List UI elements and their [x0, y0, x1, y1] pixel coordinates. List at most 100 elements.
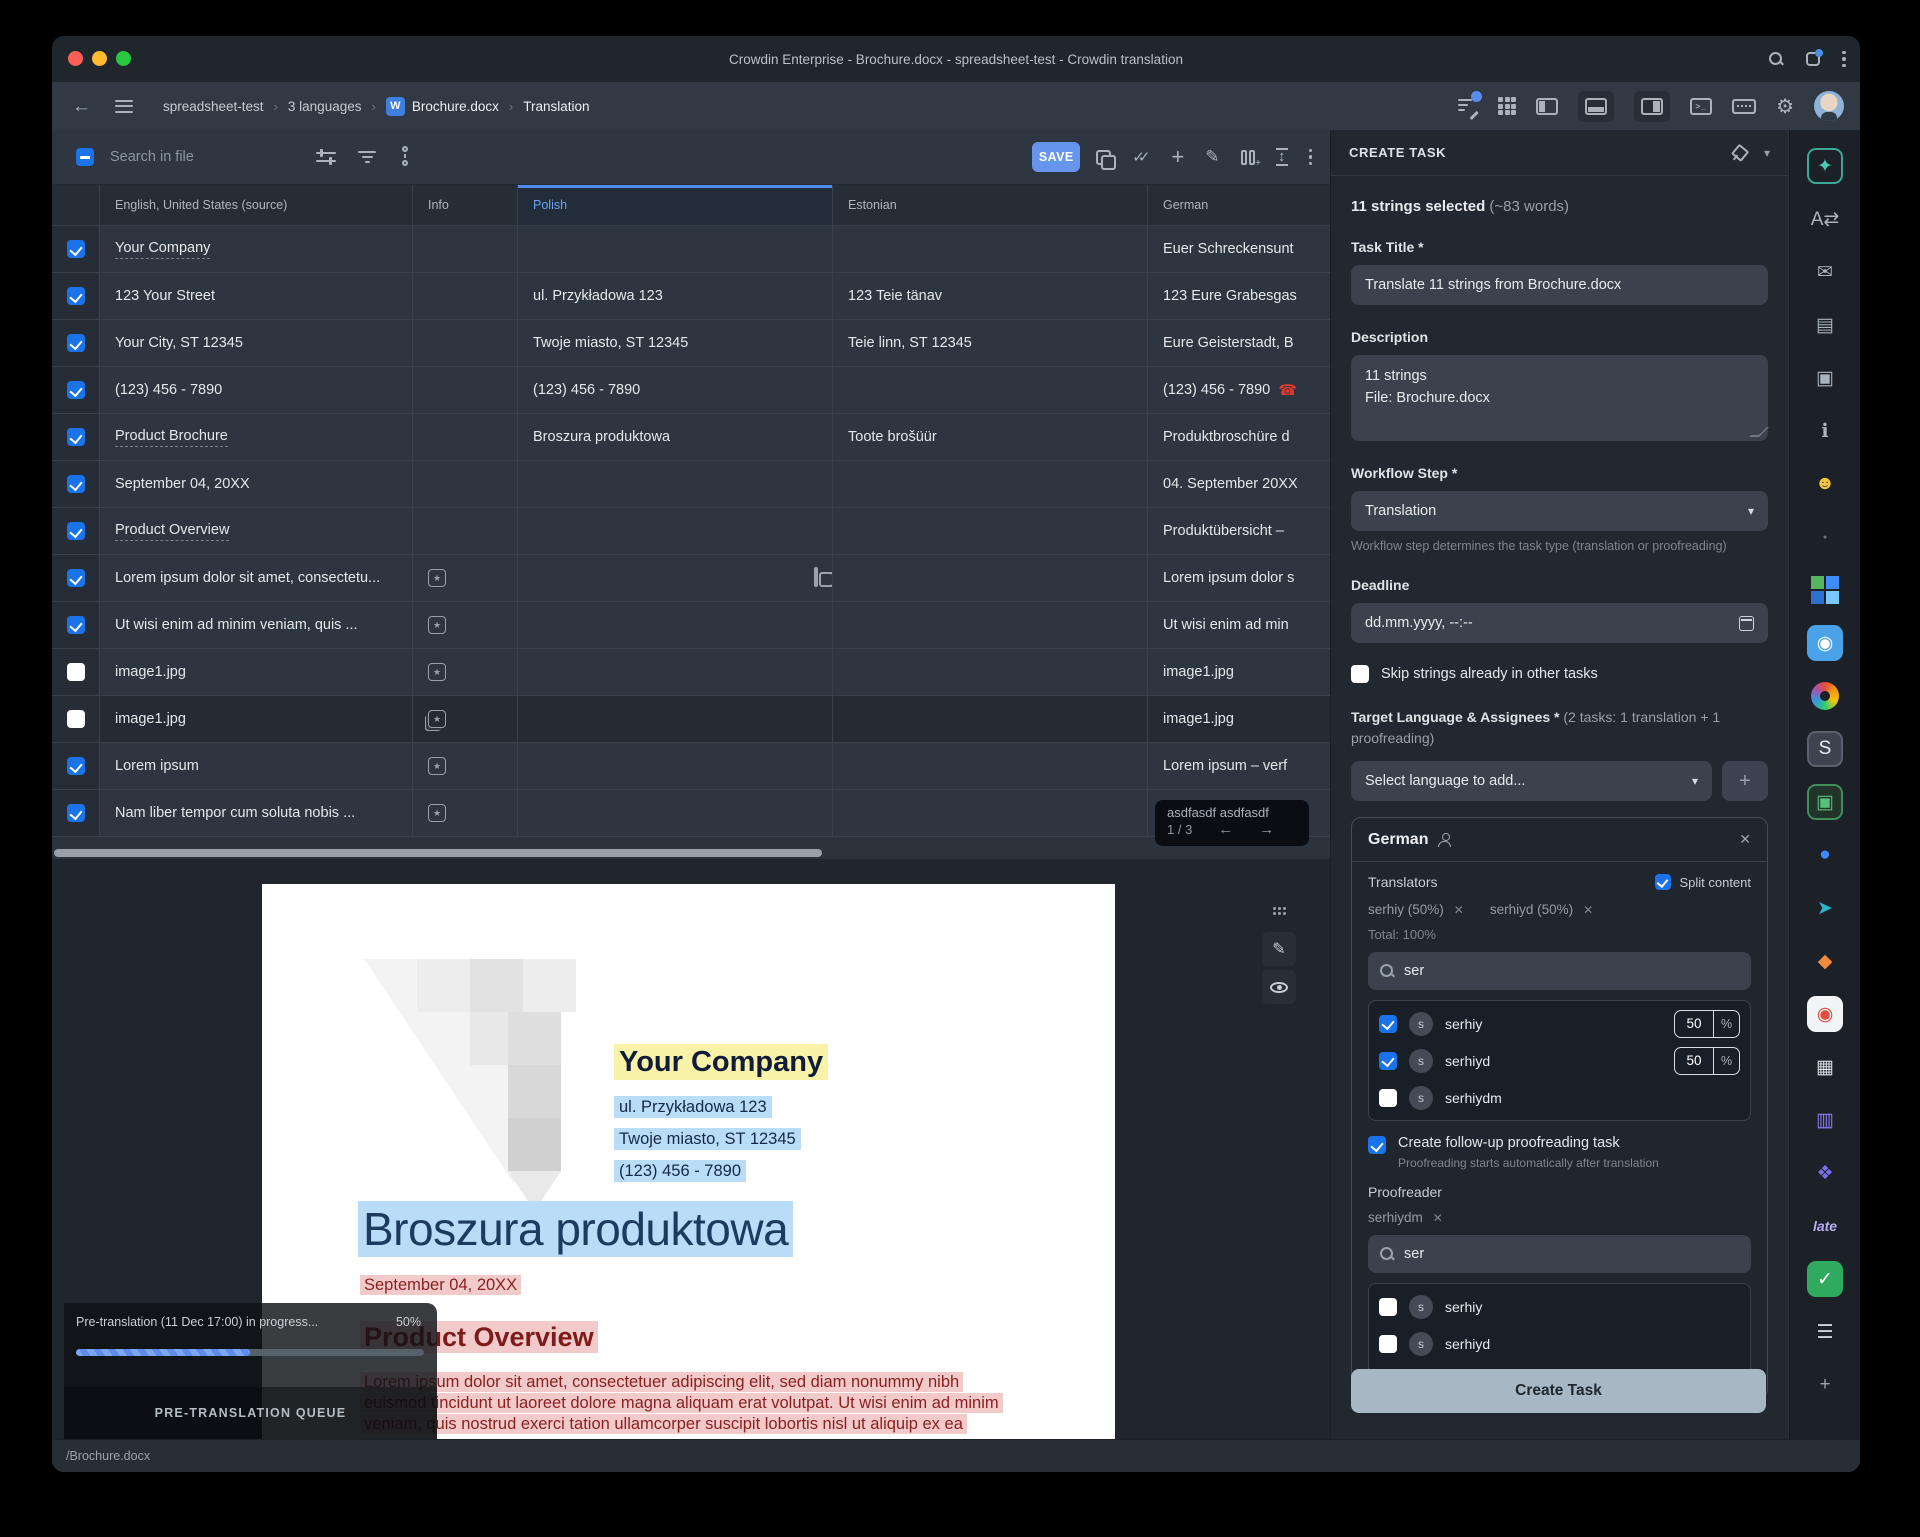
polish-cell[interactable]: ul. Przykładowa 123: [518, 273, 833, 319]
row-checkbox[interactable]: [67, 475, 85, 493]
table-row[interactable]: Ut wisi enim ad minim veniam, quis ...★U…: [52, 602, 1330, 649]
comments-icon[interactable]: ✉: [1807, 254, 1843, 290]
row-checkbox[interactable]: [67, 287, 85, 305]
proofreader-row-checkbox[interactable]: [1379, 1298, 1397, 1316]
table-row[interactable]: Your City, ST 12345Twoje miasto, ST 1234…: [52, 320, 1330, 367]
add-language-button[interactable]: +: [1722, 761, 1768, 801]
table-row[interactable]: Lorem ipsum dolor sit amet, consectetu..…: [52, 555, 1330, 602]
cube-app-icon[interactable]: ◆: [1807, 943, 1843, 979]
string-info-icon[interactable]: ★: [428, 663, 446, 681]
header-info-column[interactable]: Info: [413, 185, 518, 225]
estonian-cell[interactable]: 123 Teie tänav: [833, 273, 1148, 319]
estonian-cell[interactable]: [833, 649, 1148, 695]
language-select[interactable]: Select language to add...▾: [1351, 761, 1712, 801]
vision-app-icon[interactable]: ◉: [1807, 625, 1843, 661]
row-checkbox[interactable]: [67, 334, 85, 352]
source-cell[interactable]: Your Company: [100, 226, 413, 272]
followup-proofreading-checkbox[interactable]: [1368, 1136, 1386, 1154]
estonian-cell[interactable]: [833, 790, 1148, 836]
machine-translation-icon[interactable]: A⇄: [1807, 201, 1843, 237]
doc-address-line2[interactable]: Twoje miasto, ST 12345: [614, 1130, 801, 1149]
string-info-icon[interactable]: ★: [428, 710, 446, 728]
breadcrumb-languages[interactable]: 3 languages: [288, 99, 362, 114]
german-cell[interactable]: Euer Schreckensunt: [1148, 226, 1330, 272]
source-cell[interactable]: Product Brochure: [100, 414, 413, 460]
row-checkbox[interactable]: [67, 710, 85, 728]
select-all-checkbox[interactable]: [76, 148, 94, 166]
ai-pretranslate-icon[interactable]: ✦: [1807, 148, 1843, 184]
previous-page-icon[interactable]: ←: [1218, 821, 1233, 838]
calendar-icon[interactable]: [1739, 616, 1754, 631]
breadcrumb-project[interactable]: spreadsheet-test: [163, 99, 264, 114]
share-input[interactable]: 50%: [1674, 1047, 1740, 1075]
approve-all-icon[interactable]: ✓✓: [1132, 148, 1150, 166]
back-button[interactable]: ←: [72, 97, 91, 116]
color-wheel-app-icon[interactable]: [1807, 678, 1843, 714]
row-checkbox[interactable]: [67, 569, 85, 587]
breadcrumb-file[interactable]: W Brochure.docx: [386, 97, 499, 116]
estonian-cell[interactable]: [833, 743, 1148, 789]
row-checkbox[interactable]: [67, 381, 85, 399]
translation-memory-icon[interactable]: ▣: [1807, 360, 1843, 396]
split-content-checkbox[interactable]: [1655, 874, 1671, 890]
save-button[interactable]: SAVE: [1032, 142, 1080, 172]
header-estonian-column[interactable]: Estonian: [833, 185, 1148, 225]
drag-handle-icon[interactable]: [1262, 894, 1296, 928]
share-input[interactable]: 50%: [1674, 1010, 1740, 1038]
add-string-icon[interactable]: +: [1171, 144, 1184, 170]
estonian-cell[interactable]: [833, 461, 1148, 507]
polish-cell[interactable]: [518, 461, 833, 507]
workflow-step-select[interactable]: Translation▾: [1351, 491, 1768, 531]
polish-cell[interactable]: [518, 555, 833, 601]
estonian-cell[interactable]: [833, 226, 1148, 272]
edit-preview-icon[interactable]: ✎: [1262, 932, 1296, 966]
table-row[interactable]: September 04, 20XX04. September 20XX: [52, 461, 1330, 508]
green-check-app-icon[interactable]: ✓: [1807, 1261, 1843, 1297]
microsoft-app-icon[interactable]: [1807, 572, 1843, 608]
table-row[interactable]: Your Company Euer Schreckensunt: [52, 226, 1330, 273]
source-cell[interactable]: image1.jpg: [100, 649, 413, 695]
emoji-app-icon[interactable]: ☻: [1807, 466, 1843, 502]
fit-rows-icon[interactable]: ↕: [1276, 148, 1288, 166]
remove-language-icon[interactable]: ✕: [1739, 831, 1751, 848]
add-column-icon[interactable]: [1241, 150, 1256, 165]
file-context-icon[interactable]: ℹ: [1807, 413, 1843, 449]
doc-paragraph-line1[interactable]: Lorem ipsum dolor sit amet, consectetuer…: [360, 1372, 963, 1393]
german-cell[interactable]: Eure Geisterstadt, B: [1148, 320, 1330, 366]
pre-translation-notification-icon[interactable]: [1458, 97, 1478, 115]
polish-cell[interactable]: (123) 456 - 7890: [518, 367, 833, 413]
german-cell[interactable]: Produktübersicht –: [1148, 508, 1330, 554]
translator-row[interactable]: sserhiyd50%: [1379, 1042, 1740, 1079]
column-options-icon[interactable]: [400, 146, 410, 168]
translator-row[interactable]: sserhiydm: [1379, 1079, 1740, 1116]
user-avatar[interactable]: [1814, 91, 1844, 121]
add-app-icon[interactable]: +: [1807, 1367, 1843, 1403]
proofreader-row-checkbox[interactable]: [1379, 1335, 1397, 1353]
doc-title[interactable]: Broszura produktowa: [358, 1202, 793, 1256]
row-checkbox[interactable]: [67, 616, 85, 634]
doc-phone[interactable]: (123) 456 - 7890: [614, 1162, 746, 1181]
translator-row-checkbox[interactable]: [1379, 1089, 1397, 1107]
layout-right-panel-toggle[interactable]: [1634, 91, 1670, 122]
deadline-input[interactable]: dd.mm.yyyy, --:--: [1351, 603, 1768, 643]
polish-cell[interactable]: Broszura produktowa: [518, 414, 833, 460]
german-cell[interactable]: Ut wisi enim ad min: [1148, 602, 1330, 648]
row-checkbox[interactable]: [67, 757, 85, 775]
blue-sphere-app-icon[interactable]: ●: [1807, 837, 1843, 873]
polish-cell[interactable]: [518, 602, 833, 648]
extensions-icon[interactable]: [1806, 52, 1820, 66]
bird-app-icon[interactable]: ➤: [1807, 890, 1843, 926]
dot-separator-icon[interactable]: ●: [1807, 519, 1843, 555]
translator-row[interactable]: sserhiy50%: [1379, 1005, 1740, 1042]
collapse-panel-icon[interactable]: ▾: [1764, 146, 1770, 160]
terminal-icon[interactable]: >_: [1690, 98, 1712, 115]
row-checkbox[interactable]: [67, 804, 85, 822]
german-cell[interactable]: image1.jpg: [1148, 649, 1330, 695]
estonian-cell[interactable]: [833, 696, 1148, 742]
doc-date[interactable]: September 04, 20XX: [360, 1276, 521, 1295]
layout-left-panel-icon[interactable]: [1536, 98, 1558, 115]
red-eye-app-icon[interactable]: ◉: [1807, 996, 1843, 1032]
german-cell[interactable]: image1.jpg: [1148, 696, 1330, 742]
german-cell[interactable]: Lorem ipsum dolor s: [1148, 555, 1330, 601]
more-options-icon[interactable]: [1309, 149, 1313, 166]
